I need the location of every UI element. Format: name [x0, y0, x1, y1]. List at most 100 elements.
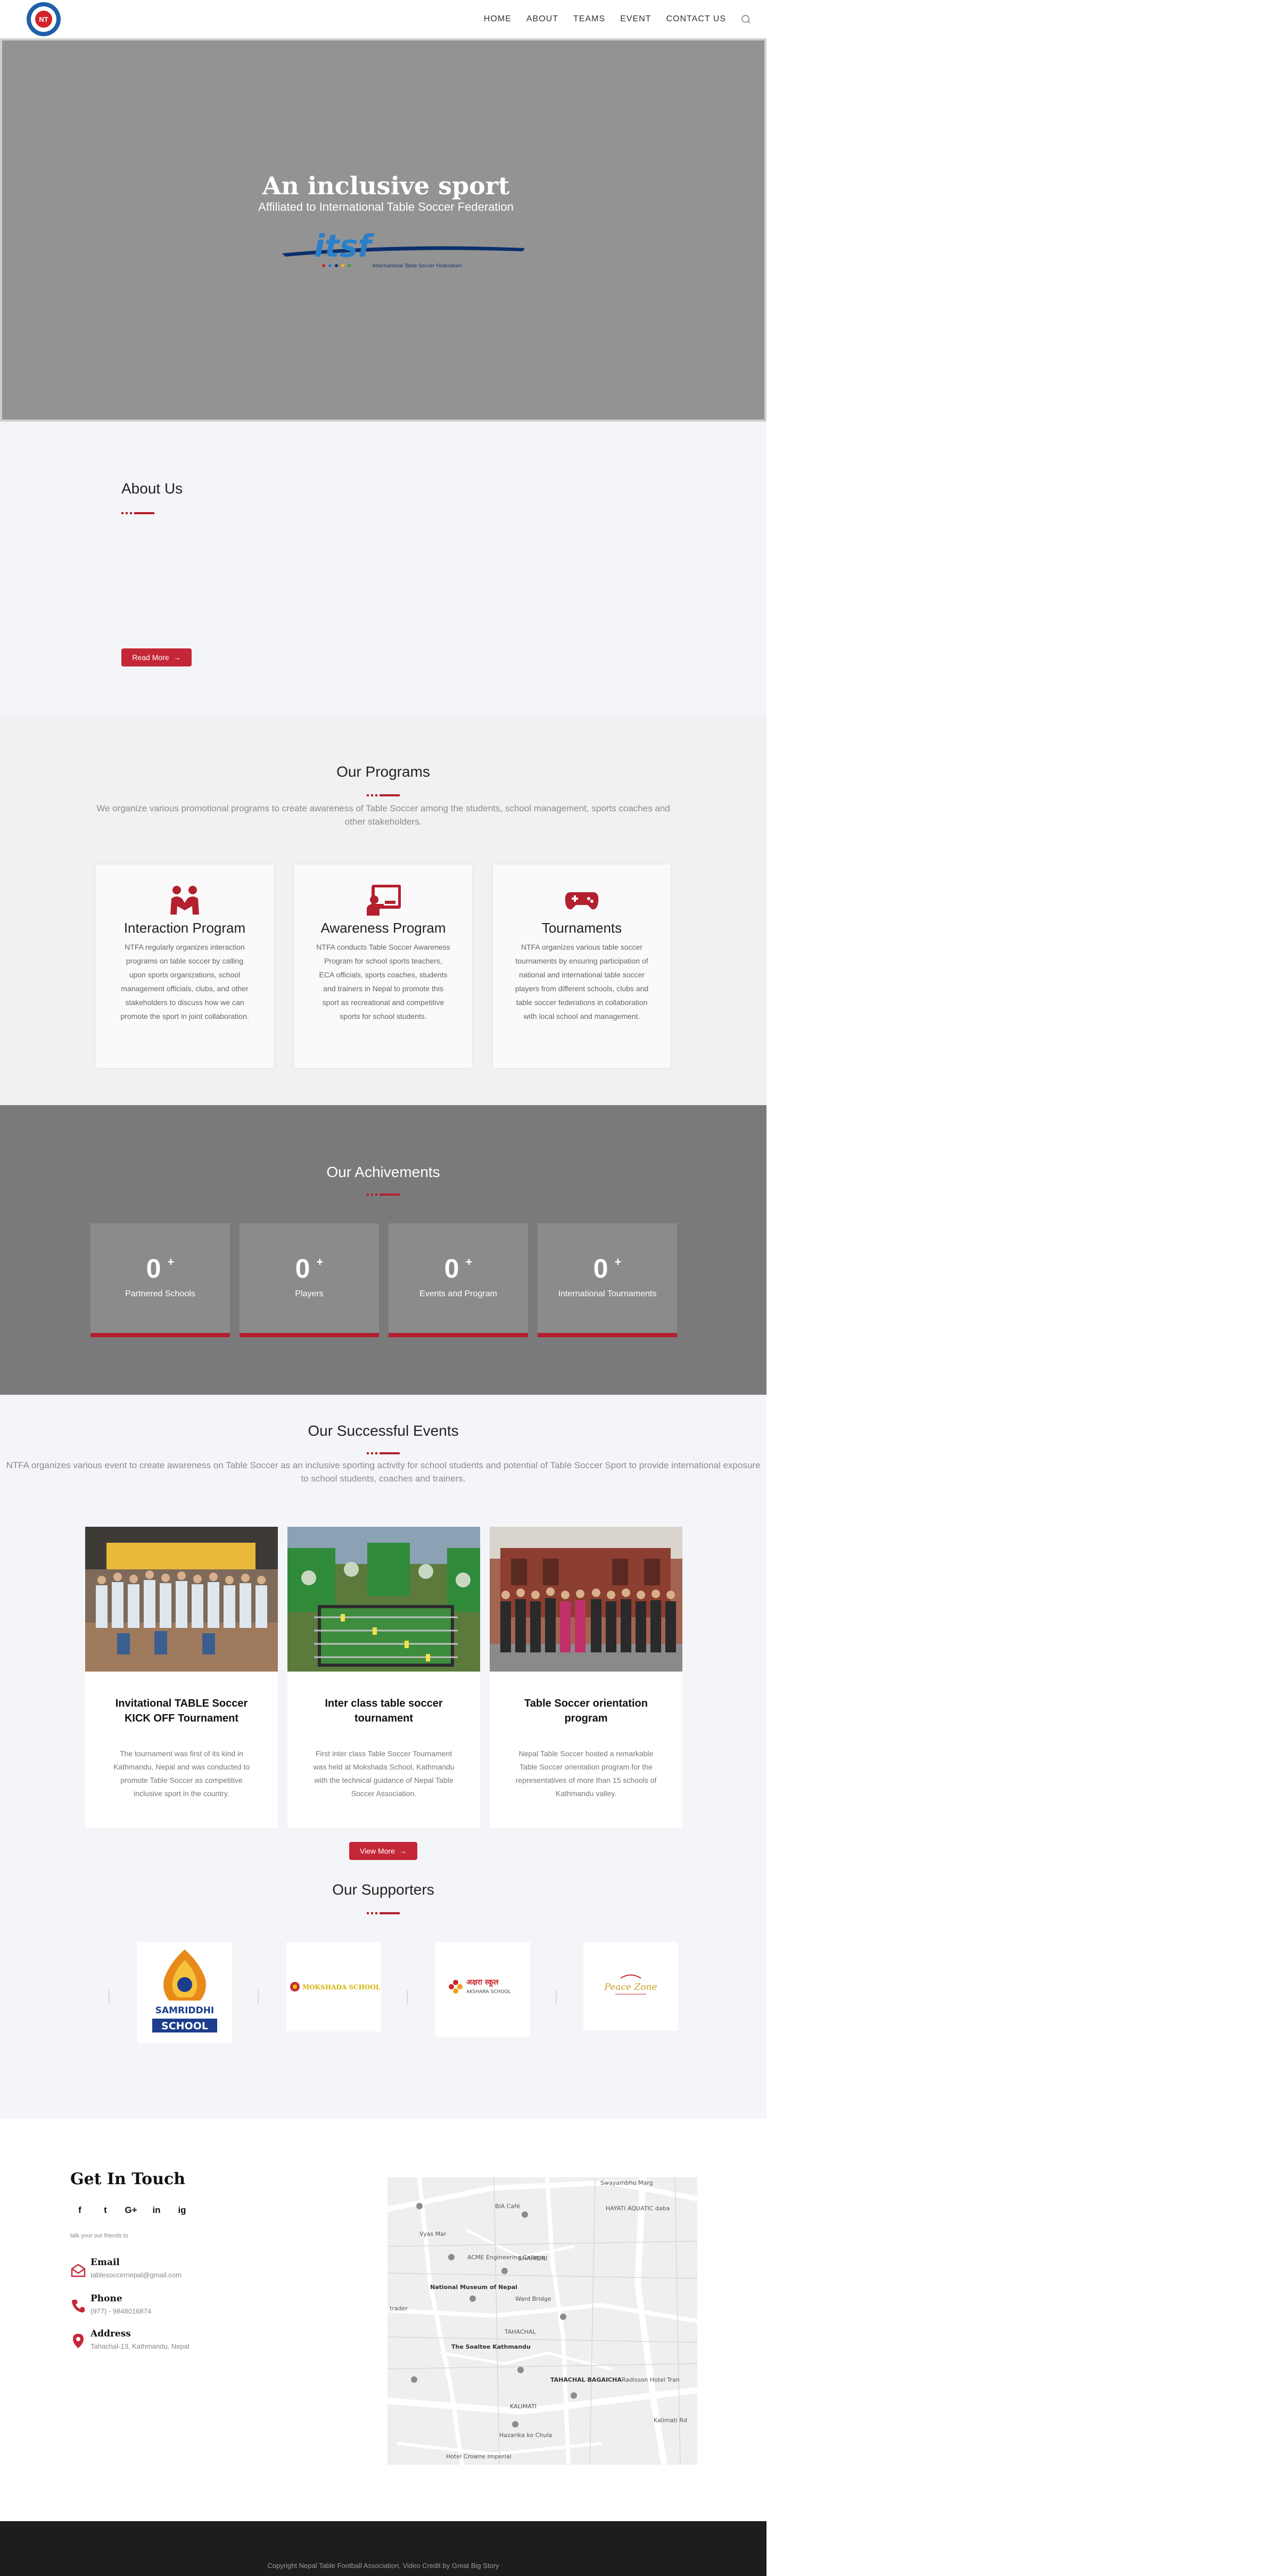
- nav-contact-us[interactable]: CONTACT US: [666, 14, 726, 24]
- map-label: BIA Café: [495, 2203, 520, 2210]
- hero-title: An inclusive sport: [262, 171, 510, 200]
- programs-section: Our Programs We organize various promoti…: [0, 718, 766, 1105]
- main-nav: HOME ABOUT TEAMS EVENT CONTACT US: [484, 0, 751, 38]
- contact-tagline: talk your our friends to: [70, 2233, 128, 2239]
- phone-icon: [72, 2300, 85, 2312]
- supporter-line1: Peace Zone: [604, 1982, 657, 1993]
- facebook-icon[interactable]: f: [70, 2201, 89, 2220]
- achievements-section: Our Achivements 0 + Partnered Schools 0 + …: [0, 1105, 766, 1395]
- map-label: The Soaltee Kathmandu: [451, 2343, 531, 2350]
- search-icon[interactable]: [741, 14, 751, 24]
- achievement-value: 0: [146, 1254, 161, 1283]
- achievement-suffix: +: [465, 1255, 473, 1269]
- address-value: Tahachal-13, Kathmandu, Nepal: [90, 2342, 189, 2350]
- map-label: Kalimati Rd: [654, 2417, 687, 2424]
- supporter-line1: अक्षरा स्कूल: [466, 1978, 499, 1987]
- instagram-icon[interactable]: ig: [172, 2201, 192, 2220]
- logo-mark: NT: [35, 11, 52, 28]
- achievement-label: Players: [295, 1289, 324, 1298]
- section-divider: [367, 1912, 400, 1914]
- map-label: Radisson Hotel Tran: [622, 2376, 680, 2383]
- event-description: The tournament was first of its kind in …: [113, 1749, 250, 1798]
- embedded-map[interactable]: Swayambhu Marg HAYATI AQUATIC daba BIA C…: [388, 2177, 697, 2465]
- supporter-line1: MOKSHADA SCHOOL: [302, 1984, 381, 1991]
- itsf-logo: itsf International Table Soccer Federati…: [282, 232, 525, 269]
- events-description: NTFA organizes various event to create a…: [6, 1460, 761, 1484]
- itsf-logo-tagline: International Table Soccer Federation: [373, 264, 462, 269]
- achievement-card: 0 + International Tournaments: [538, 1223, 677, 1337]
- event-card[interactable]: Invitational TABLE Soccer KICK OFF Tourn…: [85, 1527, 278, 1828]
- map-label: Swayambhu Marg: [600, 2179, 653, 2186]
- event-title: Table Soccer orientation program: [524, 1698, 648, 1724]
- map-label: KALIMATI: [510, 2403, 537, 2410]
- program-description: NTFA regularly organizes interaction pro…: [120, 943, 249, 1020]
- hero-banner: An inclusive sport Affiliated to Interna…: [0, 38, 766, 422]
- event-card[interactable]: Table Soccer orientation program Nepal T…: [490, 1527, 682, 1828]
- phone-value[interactable]: (977) - 9848016874: [90, 2307, 151, 2315]
- program-description: NTFA organizes various table soccer tour…: [515, 943, 649, 1020]
- email-value[interactable]: tablesoccernepal@gmail.com: [90, 2271, 182, 2279]
- event-title: Inter class table soccer tournament: [325, 1698, 443, 1724]
- supporter-logo-akshara[interactable]: अक्षरा स्कूल AKSHARA SCHOOL: [435, 1942, 530, 2037]
- read-more-button[interactable]: Read More →: [121, 648, 192, 666]
- map-label: National Museum of Nepal: [430, 2284, 517, 2291]
- supporter-line2: SCHOOL: [161, 2020, 208, 2032]
- supporters-title: Our Supporters: [332, 1881, 434, 1898]
- map-label: Ward Bridge: [515, 2295, 551, 2302]
- supporter-logo-mokshada[interactable]: MOKSHADA SCHOOL: [286, 1942, 381, 2031]
- view-more-button[interactable]: View More →: [349, 1842, 417, 1860]
- hero-subtitle: Affiliated to International Table Soccer…: [258, 200, 514, 213]
- achievement-card: 0 + Players: [240, 1223, 379, 1337]
- view-more-label: View More: [360, 1847, 395, 1855]
- program-title: Interaction Program: [123, 920, 246, 936]
- itsf-logo-text: itsf: [314, 232, 375, 264]
- section-divider: [367, 794, 400, 796]
- program-title: Tournaments: [541, 920, 622, 936]
- gamepad-icon: [565, 892, 599, 910]
- event-card[interactable]: Inter class table soccer tournament Firs…: [287, 1527, 480, 1828]
- people-handshake-icon: [170, 886, 199, 915]
- site-header: NT HOME ABOUT TEAMS EVENT CONTACT US: [0, 0, 766, 38]
- supporter-logo-peace-zone[interactable]: Peace Zone: [583, 1942, 678, 2030]
- nav-event[interactable]: EVENT: [620, 14, 651, 24]
- linkedin-icon[interactable]: in: [147, 2201, 166, 2220]
- envelope-icon: [71, 2264, 86, 2277]
- event-photo-group: [85, 1527, 278, 1672]
- program-card: Interaction Program NTFA regularly organ…: [96, 865, 274, 1068]
- achievement-suffix: +: [167, 1255, 175, 1269]
- section-divider: [367, 1194, 400, 1196]
- map-label: Hazarika ko Chula: [499, 2432, 552, 2439]
- contact-title: Get In Touch: [70, 2170, 186, 2188]
- nav-home[interactable]: HOME: [484, 14, 512, 24]
- email-label: Email: [90, 2257, 120, 2268]
- map-label: trader: [390, 2305, 408, 2312]
- map-label: HAYATI AQUATIC daba: [606, 2205, 670, 2212]
- achievement-value: 0: [295, 1254, 310, 1283]
- achievement-label: Partnered Schools: [125, 1289, 195, 1298]
- supporter-line1: SAMRIDDHI: [155, 2005, 215, 2016]
- contact-section: Get In Touch f t G+ in ig talk your our …: [0, 2119, 766, 2521]
- arrow-right-icon: →: [399, 1847, 407, 1855]
- arrow-right-icon: →: [173, 653, 181, 662]
- twitter-icon[interactable]: t: [96, 2201, 115, 2220]
- achievement-value: 0: [444, 1254, 459, 1283]
- map-label: Vyas Mar: [419, 2231, 447, 2237]
- program-description: NTFA conducts Table Soccer Awareness Pro…: [316, 943, 450, 1020]
- phone-label: Phone: [90, 2293, 122, 2304]
- nav-about[interactable]: ABOUT: [526, 14, 558, 24]
- event-photo-foosball: [287, 1527, 480, 1672]
- google-plus-icon[interactable]: G+: [121, 2201, 141, 2220]
- events-section: Our Successful Events NTFA organizes var…: [0, 1395, 766, 2119]
- programs-title: Our Programs: [336, 763, 430, 780]
- supporter-logo-samriddhi[interactable]: SAMRIDDHI SCHOOL: [137, 1942, 232, 2043]
- site-footer: Copyright Nepal Table Football Associati…: [0, 2521, 766, 2576]
- read-more-label: Read More: [132, 653, 169, 662]
- achievement-card: 0 + Partnered Schools: [90, 1223, 230, 1337]
- event-description: First inter class Table Soccer Tournamen…: [313, 1749, 455, 1798]
- achievement-suffix: +: [316, 1255, 324, 1269]
- achievement-card: 0 + Events and Program: [389, 1223, 528, 1337]
- section-divider: [367, 1452, 400, 1454]
- nav-teams[interactable]: TEAMS: [573, 14, 605, 24]
- site-logo[interactable]: NT: [27, 2, 61, 36]
- achievement-value: 0: [593, 1254, 608, 1283]
